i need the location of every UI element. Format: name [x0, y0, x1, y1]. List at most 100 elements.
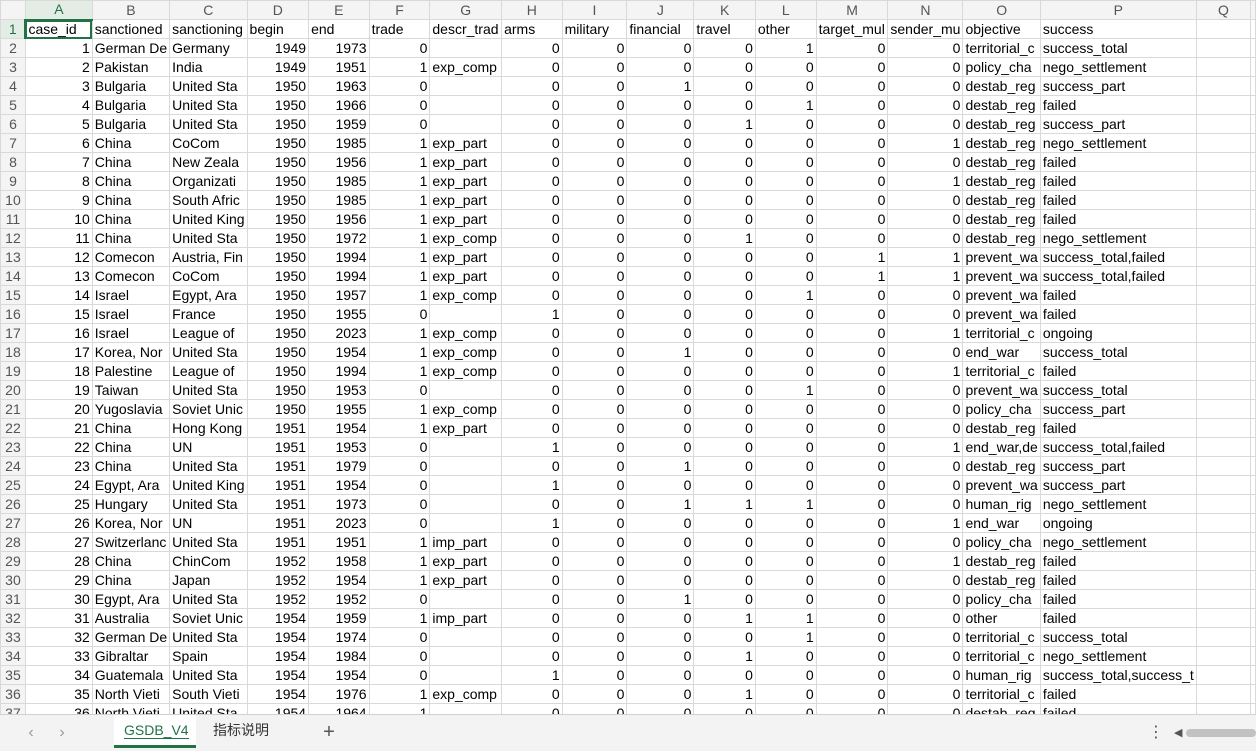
cell-h5[interactable]: 0	[501, 95, 563, 115]
cell-p16[interactable]: failed	[1039, 304, 1197, 324]
cell-empty[interactable]	[1250, 418, 1256, 438]
cell-c33[interactable]: United Sta	[169, 627, 248, 647]
cell-c6[interactable]: United Sta	[169, 114, 248, 134]
cell-empty[interactable]	[1250, 627, 1256, 647]
cell-a14[interactable]: 13	[24, 266, 93, 286]
cell-b16[interactable]: Israel	[91, 304, 171, 324]
cell-a18[interactable]: 17	[24, 342, 93, 362]
cell-f37[interactable]: 1	[368, 703, 431, 714]
cell-j1[interactable]: financial	[626, 19, 695, 39]
cell-g37[interactable]	[429, 703, 503, 714]
cell-a26[interactable]: 25	[24, 494, 93, 514]
cell-m15[interactable]: 0	[815, 285, 889, 305]
row-header[interactable]: 30	[0, 570, 26, 590]
cell-j33[interactable]: 0	[626, 627, 695, 647]
cell-d31[interactable]: 1952	[246, 589, 310, 609]
cell-q21[interactable]	[1195, 399, 1252, 419]
cell-n28[interactable]: 0	[887, 532, 964, 552]
cell-i13[interactable]: 0	[561, 247, 628, 267]
cell-f15[interactable]: 1	[368, 285, 431, 305]
cell-n3[interactable]: 0	[887, 57, 964, 77]
cell-f36[interactable]: 1	[368, 684, 431, 704]
cell-q26[interactable]	[1195, 494, 1252, 514]
cell-a4[interactable]: 3	[24, 76, 93, 96]
cell-c22[interactable]: Hong Kong	[169, 418, 248, 438]
cell-k17[interactable]: 0	[693, 323, 756, 343]
cell-c20[interactable]: United Sta	[169, 380, 248, 400]
cell-j35[interactable]: 0	[626, 665, 695, 685]
cell-b36[interactable]: North Vieti	[91, 684, 171, 704]
cell-f3[interactable]: 1	[368, 57, 431, 77]
cell-g36[interactable]: exp_comp	[429, 684, 503, 704]
cell-p18[interactable]: success_total	[1039, 342, 1197, 362]
cell-j24[interactable]: 1	[626, 456, 695, 476]
cell-b18[interactable]: Korea, Nor	[91, 342, 171, 362]
row-header[interactable]: 35	[0, 665, 26, 685]
cell-i5[interactable]: 0	[561, 95, 628, 115]
cell-empty[interactable]	[1250, 247, 1256, 267]
cell-q16[interactable]	[1195, 304, 1252, 324]
cell-i9[interactable]: 0	[561, 171, 628, 191]
cell-a27[interactable]: 26	[24, 513, 93, 533]
cell-a20[interactable]: 19	[24, 380, 93, 400]
cell-j29[interactable]: 0	[626, 551, 695, 571]
cell-c4[interactable]: United Sta	[169, 76, 248, 96]
cell-o25[interactable]: prevent_wa	[962, 475, 1041, 495]
cell-e6[interactable]: 1959	[308, 114, 370, 134]
cell-c16[interactable]: France	[169, 304, 248, 324]
cell-f28[interactable]: 1	[368, 532, 431, 552]
cell-j31[interactable]: 1	[626, 589, 695, 609]
cell-h30[interactable]: 0	[501, 570, 563, 590]
cell-l12[interactable]: 0	[754, 228, 817, 248]
cell-p33[interactable]: success_total	[1039, 627, 1197, 647]
cell-g16[interactable]	[429, 304, 503, 324]
cell-n31[interactable]: 0	[887, 589, 964, 609]
cell-e13[interactable]: 1994	[308, 247, 370, 267]
cell-h3[interactable]: 0	[501, 57, 563, 77]
cell-h22[interactable]: 0	[501, 418, 563, 438]
cell-h36[interactable]: 0	[501, 684, 563, 704]
cell-l10[interactable]: 0	[754, 190, 817, 210]
add-sheet-icon[interactable]: +	[318, 721, 340, 743]
cell-l8[interactable]: 0	[754, 152, 817, 172]
cell-o9[interactable]: destab_reg	[962, 171, 1041, 191]
tab-indicator-notes[interactable]: 指标说明	[203, 715, 283, 748]
cell-n34[interactable]: 0	[887, 646, 964, 666]
cell-i35[interactable]: 0	[561, 665, 628, 685]
cell-c32[interactable]: Soviet Unic	[169, 608, 248, 628]
cell-q30[interactable]	[1195, 570, 1252, 590]
cell-j32[interactable]: 0	[626, 608, 695, 628]
cell-b34[interactable]: Gibraltar	[91, 646, 171, 666]
cell-q17[interactable]	[1195, 323, 1252, 343]
cell-f22[interactable]: 1	[368, 418, 431, 438]
cell-k28[interactable]: 0	[693, 532, 756, 552]
cell-n5[interactable]: 0	[887, 95, 964, 115]
cell-g29[interactable]: exp_part	[429, 551, 503, 571]
cell-l34[interactable]: 0	[754, 646, 817, 666]
cell-e1[interactable]: end	[308, 19, 370, 39]
cell-j11[interactable]: 0	[626, 209, 695, 229]
cell-n16[interactable]: 0	[887, 304, 964, 324]
cell-empty[interactable]	[1250, 437, 1256, 457]
cell-k29[interactable]: 0	[693, 551, 756, 571]
cell-m11[interactable]: 0	[815, 209, 889, 229]
cell-f16[interactable]: 0	[368, 304, 431, 324]
cell-c11[interactable]: United King	[169, 209, 248, 229]
cell-e33[interactable]: 1974	[308, 627, 370, 647]
cell-h15[interactable]: 0	[501, 285, 563, 305]
cell-h29[interactable]: 0	[501, 551, 563, 571]
cell-empty[interactable]	[1250, 133, 1256, 153]
cell-h16[interactable]: 1	[501, 304, 563, 324]
cell-m34[interactable]: 0	[815, 646, 889, 666]
cell-e27[interactable]: 2023	[308, 513, 370, 533]
cell-j10[interactable]: 0	[626, 190, 695, 210]
cell-f9[interactable]: 1	[368, 171, 431, 191]
cell-d15[interactable]: 1950	[246, 285, 310, 305]
cell-l35[interactable]: 0	[754, 665, 817, 685]
cell-m17[interactable]: 0	[815, 323, 889, 343]
cell-p12[interactable]: nego_settlement	[1039, 228, 1197, 248]
cell-p11[interactable]: failed	[1039, 209, 1197, 229]
cell-h13[interactable]: 0	[501, 247, 563, 267]
cell-l6[interactable]: 0	[754, 114, 817, 134]
cell-j20[interactable]: 0	[626, 380, 695, 400]
